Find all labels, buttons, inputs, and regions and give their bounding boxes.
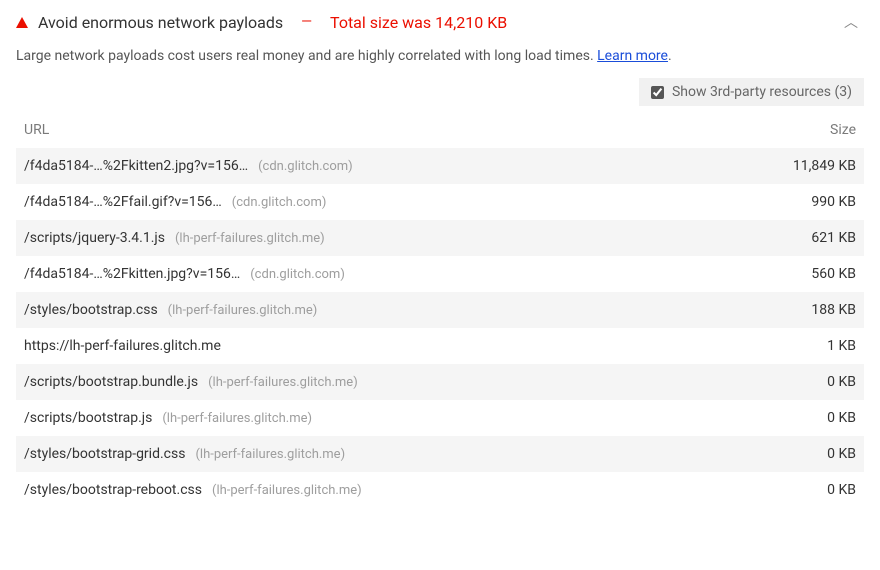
url-origin: (lh-perf-failures.glitch.me) xyxy=(208,375,358,390)
audit-summary: Total size was 14,210 KB xyxy=(330,13,507,32)
cell-url: /scripts/jquery-3.4.1.js (lh-perf-failure… xyxy=(24,230,746,246)
third-party-toggle[interactable]: Show 3rd-party resources (3) xyxy=(639,78,864,106)
cell-url: /styles/bootstrap-grid.css (lh-perf-failu… xyxy=(24,446,746,462)
url-origin: (cdn.glitch.com) xyxy=(258,159,353,174)
cell-size: 11,849 KB xyxy=(746,158,856,174)
third-party-label: Show 3rd-party resources (3) xyxy=(672,84,852,100)
url-path: /f4da5184-…%2Ffail.gif?v=156… xyxy=(24,194,222,210)
url-origin: (lh-perf-failures.glitch.me) xyxy=(168,303,318,318)
cell-url: /f4da5184-…%2Fkitten2.jpg?v=156… (cdn.gli… xyxy=(24,158,746,174)
cell-size: 0 KB xyxy=(746,446,856,462)
cell-size: 0 KB xyxy=(746,374,856,390)
description-period: . xyxy=(668,48,672,64)
cell-size: 188 KB xyxy=(746,302,856,318)
table-row[interactable]: /scripts/jquery-3.4.1.js (lh-perf-failure… xyxy=(16,220,864,256)
learn-more-link[interactable]: Learn more xyxy=(597,48,668,64)
url-path: /scripts/bootstrap.bundle.js xyxy=(24,374,198,390)
url-path: https://lh-perf-failures.glitch.me xyxy=(24,338,221,354)
table-row[interactable]: /f4da5184-…%2Fkitten.jpg?v=156… (cdn.glit… xyxy=(16,256,864,292)
url-path: /f4da5184-…%2Fkitten.jpg?v=156… xyxy=(24,266,240,282)
table-row[interactable]: /scripts/bootstrap.bundle.js (lh-perf-fai… xyxy=(16,364,864,400)
cell-url: /scripts/bootstrap.js (lh-perf-failures.g… xyxy=(24,410,746,426)
url-path: /f4da5184-…%2Fkitten2.jpg?v=156… xyxy=(24,158,248,174)
url-origin: (cdn.glitch.com) xyxy=(232,195,327,210)
table-row[interactable]: /styles/bootstrap-grid.css (lh-perf-failu… xyxy=(16,436,864,472)
cell-url: /f4da5184-…%2Ffail.gif?v=156… (cdn.glitch… xyxy=(24,194,746,210)
table-row[interactable]: /scripts/bootstrap.js (lh-perf-failures.g… xyxy=(16,400,864,436)
url-origin: (lh-perf-failures.glitch.me) xyxy=(195,447,345,462)
third-party-checkbox[interactable] xyxy=(651,86,664,99)
url-origin: (cdn.glitch.com) xyxy=(250,267,345,282)
url-path: /scripts/bootstrap.js xyxy=(24,410,152,426)
cell-size: 0 KB xyxy=(746,482,856,498)
url-origin: (lh-perf-failures.glitch.me) xyxy=(175,231,325,246)
cell-url: https://lh-perf-failures.glitch.me xyxy=(24,338,746,354)
url-path: /styles/bootstrap-reboot.css xyxy=(24,482,202,498)
audit-description: Large network payloads cost users real m… xyxy=(16,44,864,78)
table-row[interactable]: https://lh-perf-failures.glitch.me 1 KB xyxy=(16,328,864,364)
cell-size: 0 KB xyxy=(746,410,856,426)
cell-url: /styles/bootstrap.css (lh-perf-failures.g… xyxy=(24,302,746,318)
table-body: /f4da5184-…%2Fkitten2.jpg?v=156… (cdn.gli… xyxy=(16,148,864,508)
url-path: /styles/bootstrap-grid.css xyxy=(24,446,185,462)
table-header: URL Size xyxy=(16,116,864,148)
cell-size: 560 KB xyxy=(746,266,856,282)
table-row[interactable]: /styles/bootstrap.css (lh-perf-failures.g… xyxy=(16,292,864,328)
cell-size: 990 KB xyxy=(746,194,856,210)
audit-title: Avoid enormous network payloads xyxy=(38,13,283,32)
url-path: /scripts/jquery-3.4.1.js xyxy=(24,230,165,246)
url-path: /styles/bootstrap.css xyxy=(24,302,158,318)
description-text: Large network payloads cost users real m… xyxy=(16,48,597,64)
cell-url: /scripts/bootstrap.bundle.js (lh-perf-fai… xyxy=(24,374,746,390)
table-row[interactable]: /styles/bootstrap-reboot.css (lh-perf-fai… xyxy=(16,472,864,508)
collapse-chevron-icon[interactable]: ︿ xyxy=(844,12,858,32)
url-origin: (lh-perf-failures.glitch.me) xyxy=(212,483,362,498)
cell-url: /styles/bootstrap-reboot.css (lh-perf-fai… xyxy=(24,482,746,498)
column-header-url: URL xyxy=(24,122,746,138)
column-header-size: Size xyxy=(746,122,856,138)
toggle-row: Show 3rd-party resources (3) xyxy=(16,78,864,116)
audit-dash: — xyxy=(301,14,312,30)
cell-size: 621 KB xyxy=(746,230,856,246)
cell-url: /f4da5184-…%2Fkitten.jpg?v=156… (cdn.glit… xyxy=(24,266,746,282)
warning-triangle-icon xyxy=(16,17,28,28)
table-row[interactable]: /f4da5184-…%2Ffail.gif?v=156… (cdn.glitch… xyxy=(16,184,864,220)
audit-header: Avoid enormous network payloads — Total … xyxy=(16,12,864,44)
cell-size: 1 KB xyxy=(746,338,856,354)
url-origin: (lh-perf-failures.glitch.me) xyxy=(162,411,312,426)
table-row[interactable]: /f4da5184-…%2Fkitten2.jpg?v=156… (cdn.gli… xyxy=(16,148,864,184)
